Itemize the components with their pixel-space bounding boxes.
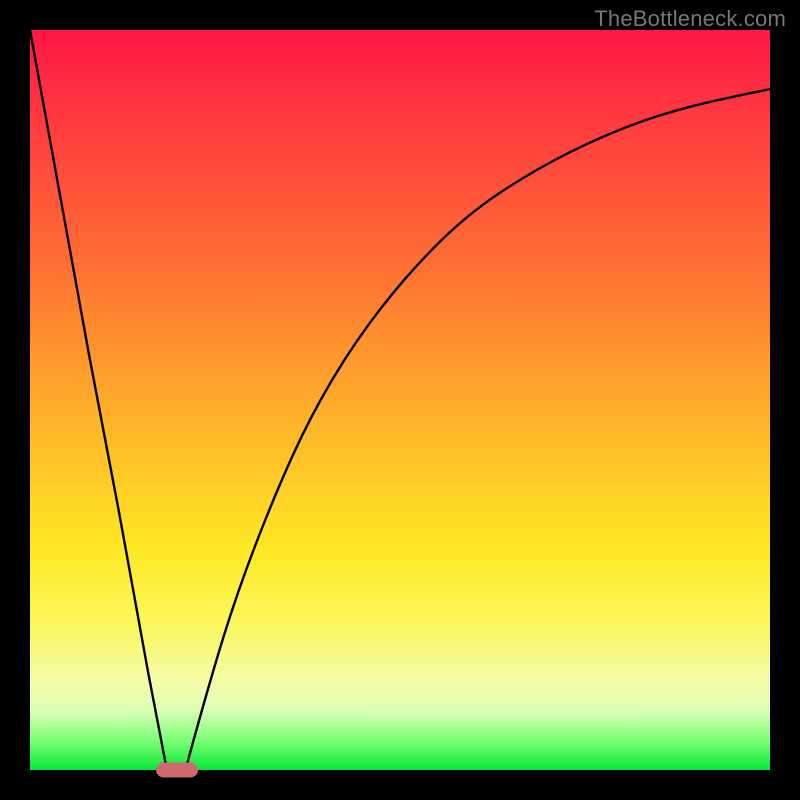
curve-left-branch — [30, 30, 167, 770]
plot-area — [30, 30, 770, 770]
bottleneck-curve — [30, 30, 770, 770]
watermark-text: TheBottleneck.com — [594, 6, 786, 32]
optimum-marker — [156, 763, 198, 778]
curve-right-branch — [185, 89, 770, 770]
chart-frame: TheBottleneck.com — [0, 0, 800, 800]
